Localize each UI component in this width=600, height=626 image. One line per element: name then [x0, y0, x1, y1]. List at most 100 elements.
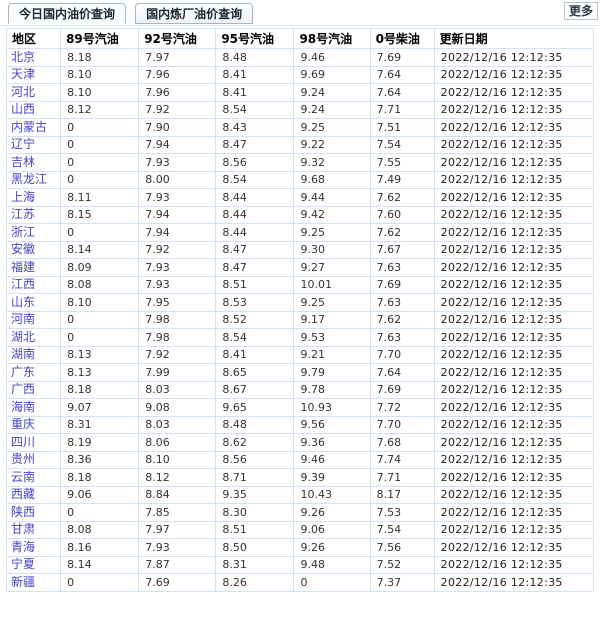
region-link[interactable]: 浙江 — [11, 225, 35, 239]
tab-today-domestic-oil-price[interactable]: 今日国内油价查询 — [8, 3, 126, 24]
price-cell: 9.48 — [294, 556, 370, 574]
price-cell: 7.96 — [139, 84, 216, 102]
price-cell: 8.65 — [216, 364, 294, 382]
price-cell: 7.62 — [370, 311, 434, 329]
region-link[interactable]: 陕西 — [11, 505, 35, 519]
region-link[interactable]: 贵州 — [11, 452, 35, 466]
price-cell: 7.99 — [139, 364, 216, 382]
update-date-cell: 2022/12/16 12:12:35 — [434, 84, 593, 102]
region-link[interactable]: 新疆 — [11, 575, 35, 589]
table-row: 西藏9.068.849.3510.438.172022/12/16 12:12:… — [7, 486, 594, 504]
region-link[interactable]: 青海 — [11, 540, 35, 554]
price-cell: 8.41 — [216, 346, 294, 364]
region-cell: 贵州 — [7, 451, 61, 469]
region-cell: 广东 — [7, 364, 61, 382]
region-link[interactable]: 山西 — [11, 102, 35, 116]
region-link[interactable]: 湖南 — [11, 347, 35, 361]
price-cell: 7.69 — [370, 381, 434, 399]
region-link[interactable]: 宁夏 — [11, 557, 35, 571]
tab-domestic-refinery-oil-price[interactable]: 国内炼厂油价查询 — [135, 3, 253, 24]
update-date-cell: 2022/12/16 12:12:35 — [434, 451, 593, 469]
price-cell: 9.32 — [294, 154, 370, 172]
region-link[interactable]: 海南 — [11, 400, 35, 414]
region-link[interactable]: 西藏 — [11, 487, 35, 501]
price-cell: 8.13 — [61, 346, 139, 364]
price-cell: 8.43 — [216, 119, 294, 137]
region-link[interactable]: 安徽 — [11, 242, 35, 256]
region-cell: 甘肃 — [7, 521, 61, 539]
price-cell: 7.60 — [370, 206, 434, 224]
region-cell: 新疆 — [7, 574, 61, 592]
price-cell: 0 — [61, 119, 139, 137]
price-cell: 7.63 — [370, 329, 434, 347]
region-link[interactable]: 广西 — [11, 382, 35, 396]
price-cell: 7.69 — [370, 276, 434, 294]
region-link[interactable]: 江西 — [11, 277, 35, 291]
price-cell: 8.67 — [216, 381, 294, 399]
price-cell: 8.44 — [216, 224, 294, 242]
price-cell: 7.98 — [139, 329, 216, 347]
update-date-cell: 2022/12/16 12:12:35 — [434, 486, 593, 504]
region-link[interactable]: 辽宁 — [11, 137, 35, 151]
region-cell: 宁夏 — [7, 556, 61, 574]
update-date-cell: 2022/12/16 12:12:35 — [434, 399, 593, 417]
price-cell: 9.26 — [294, 504, 370, 522]
table-row: 河南07.988.529.177.622022/12/16 12:12:35 — [7, 311, 594, 329]
price-cell: 9.36 — [294, 434, 370, 452]
region-link[interactable]: 重庆 — [11, 417, 35, 431]
price-cell: 7.67 — [370, 241, 434, 259]
table-row: 湖南8.137.928.419.217.702022/12/16 12:12:3… — [7, 346, 594, 364]
price-cell: 0 — [294, 574, 370, 592]
update-date-cell: 2022/12/16 12:12:35 — [434, 556, 593, 574]
price-cell: 7.94 — [139, 206, 216, 224]
price-cell: 7.92 — [139, 346, 216, 364]
region-link[interactable]: 湖北 — [11, 330, 35, 344]
region-link[interactable]: 江苏 — [11, 207, 35, 221]
price-cell: 8.12 — [61, 101, 139, 119]
column-header: 0号柴油 — [370, 29, 434, 49]
region-link[interactable]: 甘肃 — [11, 522, 35, 536]
price-cell: 8.56 — [216, 451, 294, 469]
region-link[interactable]: 云南 — [11, 470, 35, 484]
region-link[interactable]: 河北 — [11, 85, 35, 99]
price-cell: 0 — [61, 574, 139, 592]
table-row: 甘肃8.087.978.519.067.542022/12/16 12:12:3… — [7, 521, 594, 539]
update-date-cell: 2022/12/16 12:12:35 — [434, 416, 593, 434]
region-link[interactable]: 河南 — [11, 312, 35, 326]
price-cell: 7.63 — [370, 259, 434, 277]
price-cell: 7.94 — [139, 136, 216, 154]
region-link[interactable]: 北京 — [11, 50, 35, 64]
price-cell: 8.10 — [61, 294, 139, 312]
region-link[interactable]: 山东 — [11, 295, 35, 309]
price-table: 地区89号汽油92号汽油95号汽油98号汽油0号柴油更新日期 北京8.187.9… — [6, 28, 594, 592]
region-cell: 浙江 — [7, 224, 61, 242]
column-header: 98号汽油 — [294, 29, 370, 49]
price-cell: 7.72 — [370, 399, 434, 417]
region-link[interactable]: 上海 — [11, 190, 35, 204]
region-cell: 西藏 — [7, 486, 61, 504]
region-link[interactable]: 天津 — [11, 67, 35, 81]
region-link[interactable]: 吉林 — [11, 155, 35, 169]
price-cell: 0 — [61, 224, 139, 242]
header-row: 地区89号汽油92号汽油95号汽油98号汽油0号柴油更新日期 — [7, 29, 594, 49]
table-row: 青海8.167.938.509.267.562022/12/16 12:12:3… — [7, 539, 594, 557]
region-link[interactable]: 黑龙江 — [11, 172, 47, 186]
price-cell: 0 — [61, 329, 139, 347]
column-header: 92号汽油 — [139, 29, 216, 49]
region-link[interactable]: 四川 — [11, 435, 35, 449]
price-cell: 8.36 — [61, 451, 139, 469]
price-cell: 8.10 — [61, 84, 139, 102]
region-link[interactable]: 广东 — [11, 365, 35, 379]
update-date-cell: 2022/12/16 12:12:35 — [434, 434, 593, 452]
price-cell: 8.03 — [139, 416, 216, 434]
price-cell: 8.41 — [216, 66, 294, 84]
update-date-cell: 2022/12/16 12:12:35 — [434, 66, 593, 84]
region-link[interactable]: 福建 — [11, 260, 35, 274]
price-cell: 8.15 — [61, 206, 139, 224]
update-date-cell: 2022/12/16 12:12:35 — [434, 206, 593, 224]
region-link[interactable]: 内蒙古 — [11, 120, 47, 134]
more-link[interactable]: 更多 — [564, 2, 598, 20]
region-cell: 江西 — [7, 276, 61, 294]
price-cell: 8.47 — [216, 259, 294, 277]
price-cell: 8.31 — [216, 556, 294, 574]
